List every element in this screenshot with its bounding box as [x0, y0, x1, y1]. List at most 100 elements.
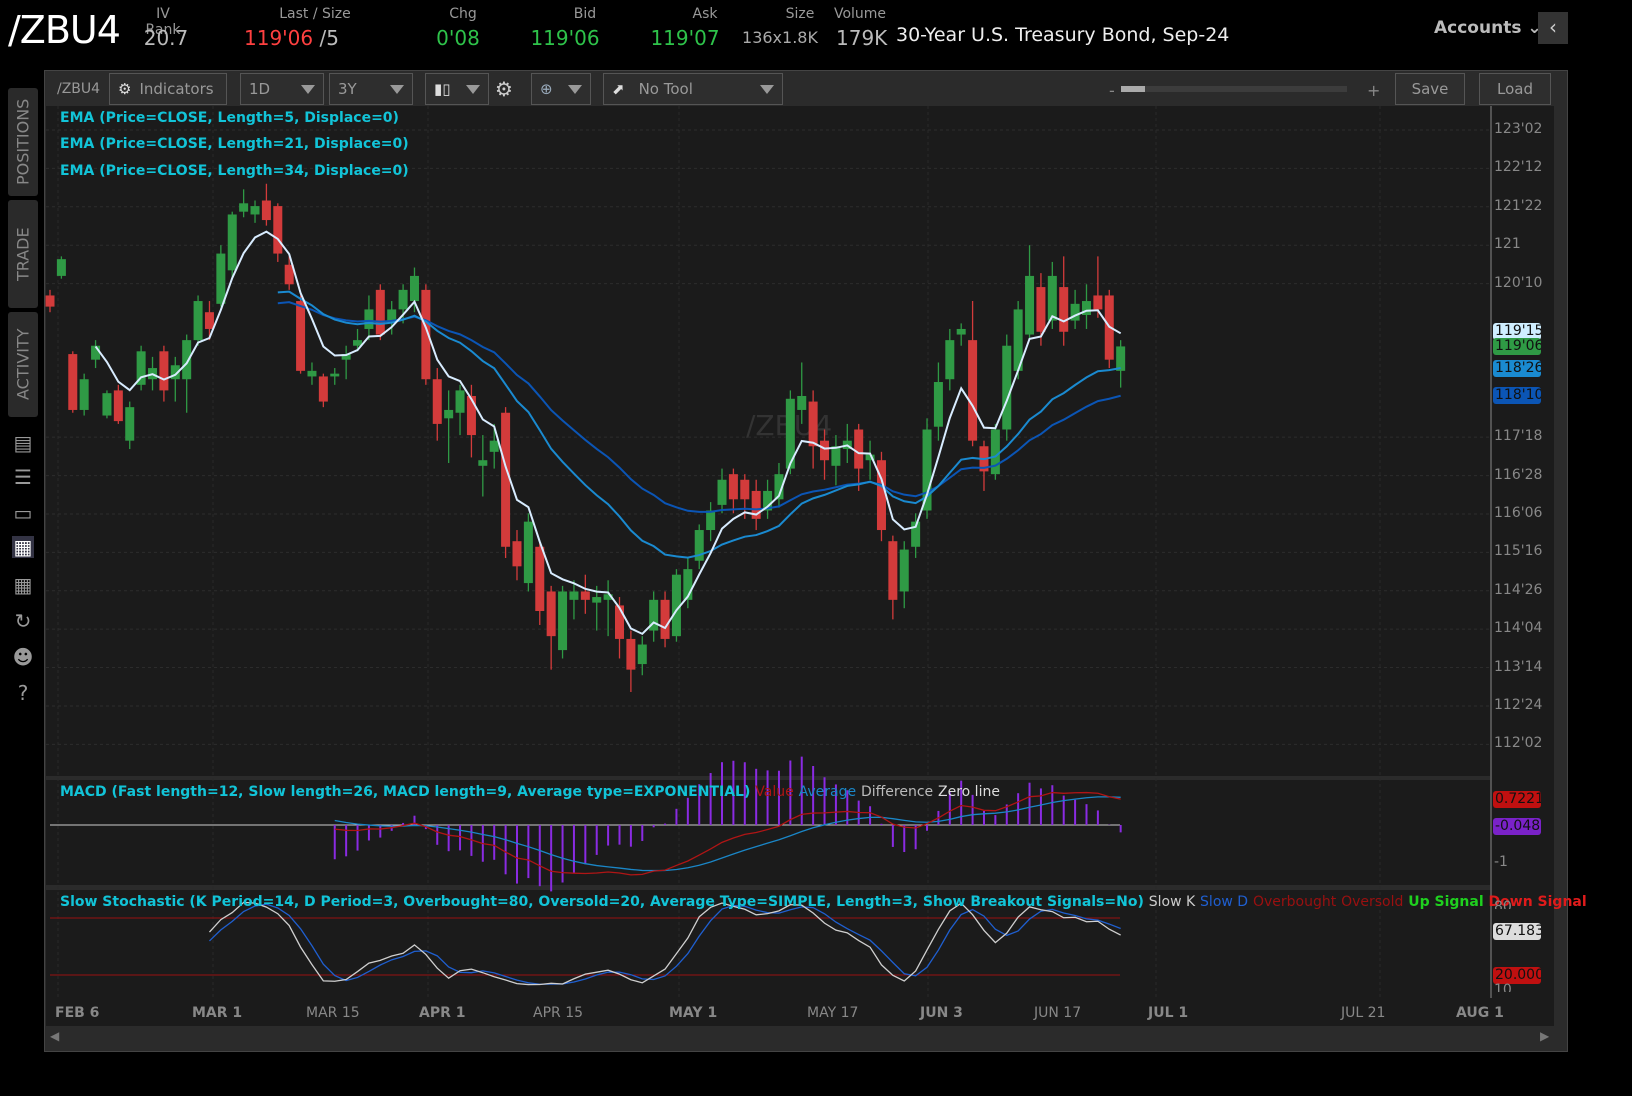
candle-down: [501, 413, 510, 547]
candle-down: [854, 429, 863, 468]
date-tick: APR 15: [533, 1005, 583, 1021]
candle-up: [945, 340, 954, 379]
candle-down: [467, 396, 476, 435]
date-tick: JUN 17: [1034, 1005, 1081, 1021]
price-badge: 119'06: [1493, 338, 1541, 355]
scroll-left-icon[interactable]: ◀: [50, 1029, 60, 1043]
date-tick: AUG 1: [1456, 1005, 1504, 1021]
candle-up: [399, 290, 408, 310]
candle-up: [706, 510, 715, 530]
macd-title: MACD (Fast length=12, Slow length=26, MA…: [60, 784, 750, 800]
date-tick: MAY 1: [669, 1005, 717, 1021]
candle-down: [273, 206, 282, 253]
candle-up: [387, 309, 396, 320]
candle-up: [934, 382, 943, 427]
candle-up: [638, 645, 647, 665]
candle-down: [820, 441, 829, 461]
candle-up: [797, 396, 806, 410]
candle-up: [307, 371, 316, 377]
date-tick: JUL 1: [1148, 1005, 1188, 1021]
date-tick: JUL 21: [1341, 1005, 1385, 1021]
candle-up: [194, 301, 203, 340]
price-tick: 123'02: [1494, 121, 1542, 137]
candle-up: [1002, 346, 1011, 430]
date-axis: [46, 998, 1554, 1026]
stoch-legend-oversold: Oversold: [1341, 894, 1403, 910]
candle-up: [102, 393, 111, 415]
candle-up: [718, 480, 727, 505]
study-label-ema21[interactable]: EMA (Price=CLOSE, Length=21, Displace=0): [60, 136, 409, 152]
candle-up: [1048, 276, 1057, 321]
price-tick: 114'26: [1494, 582, 1542, 598]
candle-down: [809, 402, 818, 447]
price-tick: 120'10: [1494, 275, 1542, 291]
macd-legend-value: Value: [755, 784, 793, 800]
scroll-right-icon[interactable]: ▶: [1540, 1029, 1550, 1043]
stochastic-legend[interactable]: Slow Stochastic (K Period=14, D Period=3…: [60, 894, 1587, 910]
candle-up: [1116, 346, 1125, 370]
candle-up: [57, 259, 66, 276]
candle-up: [125, 407, 134, 441]
price-tick: 114'04: [1494, 620, 1542, 636]
study-label-ema34[interactable]: EMA (Price=CLOSE, Length=34, Displace=0): [60, 163, 409, 179]
candle-down: [46, 295, 55, 306]
candle-up: [330, 374, 339, 377]
candle-down: [159, 351, 168, 390]
price-tick: 116'06: [1494, 505, 1542, 521]
candle-up: [558, 591, 567, 650]
candle-down: [581, 591, 590, 599]
price-tick: 115'16: [1494, 543, 1542, 559]
candle-up: [182, 340, 191, 379]
date-tick: MAY 17: [807, 1005, 858, 1021]
candle-up: [831, 446, 840, 466]
macd-value-badge: 0.72216: [1493, 791, 1541, 808]
horizontal-scrollbar[interactable]: [46, 1027, 1554, 1045]
candle-up: [364, 309, 373, 329]
candle-up: [251, 206, 260, 214]
price-tick: 112'02: [1494, 735, 1542, 751]
stochastic-title: Slow Stochastic (K Period=14, D Period=3…: [60, 894, 1144, 910]
candle-down: [740, 480, 749, 500]
stoch-axis-10: 10: [1494, 982, 1512, 992]
candle-down: [512, 541, 521, 566]
stoch-legend-overbought: Overbought: [1253, 894, 1336, 910]
candle-down: [376, 290, 385, 335]
candle-down: [1036, 287, 1045, 332]
price-tick: 121: [1494, 236, 1521, 252]
macd-axis-label: -1: [1494, 854, 1508, 870]
candle-down: [535, 547, 544, 611]
date-tick: FEB 6: [55, 1005, 99, 1021]
macd-legend-zero: Zero line: [938, 784, 1000, 800]
candle-up: [900, 550, 909, 592]
macd-legend[interactable]: MACD (Fast length=12, Slow length=26, MA…: [60, 784, 1000, 800]
candle-up: [592, 597, 601, 603]
candle-up: [569, 591, 578, 599]
candle-up: [991, 429, 1000, 474]
price-tick: 113'14: [1494, 659, 1542, 675]
candle-down: [626, 639, 635, 670]
stoch-legend-up-signal: Up Signal: [1408, 894, 1483, 910]
candle-up: [228, 214, 237, 270]
candle-down: [296, 301, 305, 371]
candle-up: [410, 276, 419, 301]
candle-up: [1025, 276, 1034, 335]
candle-up: [80, 379, 89, 410]
candle-up: [444, 410, 453, 418]
candle-up: [524, 522, 533, 583]
candle-up: [216, 254, 225, 304]
candle-down: [1059, 287, 1068, 332]
study-label-ema5[interactable]: EMA (Price=CLOSE, Length=5, Displace=0): [60, 110, 399, 126]
candle-down: [319, 376, 328, 401]
candle-down: [661, 600, 670, 639]
candle-down: [547, 591, 556, 636]
candle-down: [1093, 295, 1102, 309]
price-tick: 117'18: [1494, 428, 1542, 444]
candle-down: [615, 605, 624, 639]
candle-up: [478, 460, 487, 466]
date-tick: MAR 15: [306, 1005, 360, 1021]
candle-up: [490, 441, 499, 452]
price-tick: 121'22: [1494, 198, 1542, 214]
candle-up: [456, 390, 465, 412]
price-badge: 118'10: [1493, 387, 1541, 404]
candle-up: [239, 203, 248, 211]
